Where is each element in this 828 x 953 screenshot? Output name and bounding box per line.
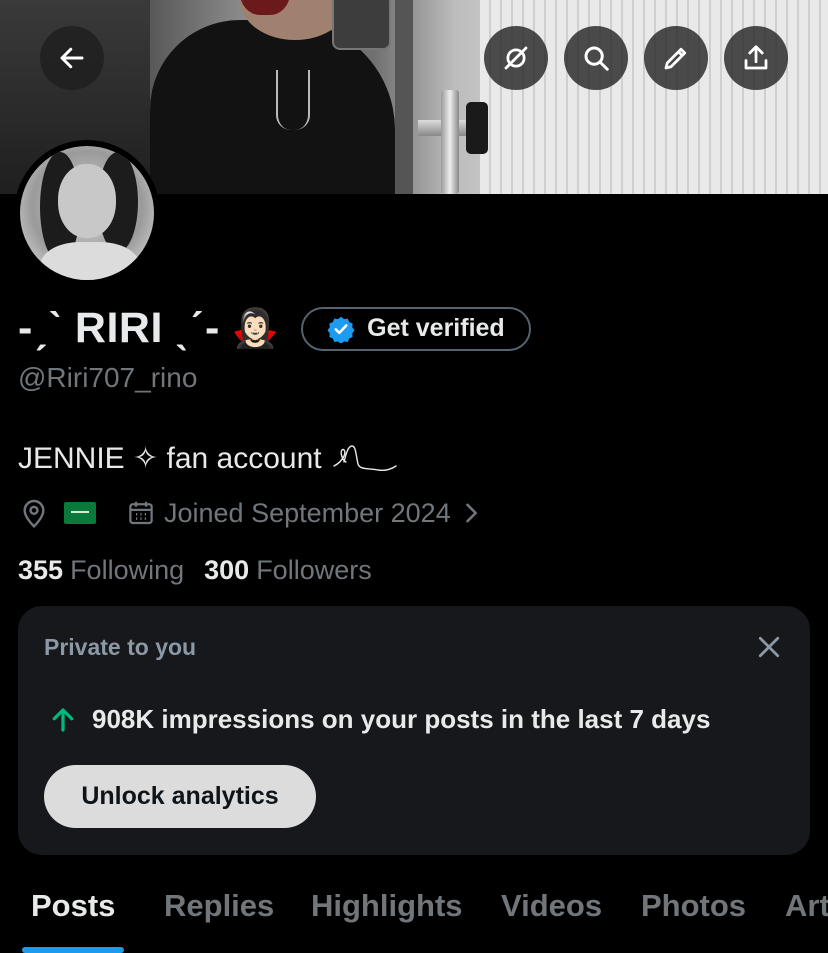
followers-label: Followers (256, 555, 372, 585)
get-verified-button[interactable]: Get verified (301, 306, 531, 351)
search-button[interactable] (564, 26, 628, 90)
banner-knob (466, 102, 488, 154)
following-link[interactable]: 355 Following (18, 555, 184, 586)
tab-highlights[interactable]: Highlights (311, 888, 463, 924)
bio: JENNIE ✧ fan account (18, 440, 400, 476)
grok-icon (504, 46, 528, 70)
search-icon (584, 46, 609, 71)
tab-photos[interactable]: Photos (641, 888, 746, 924)
calendar-icon (129, 501, 153, 525)
bio-text: JENNIE ✧ fan account (18, 441, 322, 475)
tab-replies[interactable]: Replies (164, 888, 274, 924)
banner-pole (441, 90, 459, 194)
tab-videos[interactable]: Videos (501, 888, 602, 924)
followers-count: 300 (204, 555, 250, 585)
impressions-row: 908K impressions on your posts in the la… (48, 704, 710, 735)
follow-stats: 355 Following 300 Followers (18, 555, 392, 586)
chevron-right-icon[interactable] (457, 499, 485, 527)
analytics-card: Private to you 908K impressions on your … (18, 606, 810, 855)
back-button[interactable] (40, 26, 104, 90)
edit-button[interactable] (644, 26, 708, 90)
share-icon (744, 45, 768, 70)
banner-curtain (480, 0, 828, 194)
name-row: -ˏˋ RIRI ˎˊ- 🧛🏻‍♀️ Get verified (18, 304, 531, 353)
arrow-left-icon (60, 47, 84, 69)
verified-badge-icon (327, 316, 355, 343)
profile-meta: Joined September 2024 (18, 497, 485, 529)
unlock-analytics-button[interactable]: Unlock analytics (44, 765, 316, 828)
close-icon[interactable] (754, 632, 784, 662)
card-title: Private to you (44, 634, 197, 660)
banner-mirror-frame (395, 0, 413, 194)
followers-link[interactable]: 300 Followers (204, 555, 372, 586)
banner-necklace (276, 70, 310, 130)
handle: @Riri707_rino (18, 362, 198, 393)
name-emoji: 🧛🏻‍♀️ (231, 307, 280, 350)
get-verified-label: Get verified (367, 314, 505, 342)
display-name: -ˏˋ RIRI ˎˊ- (18, 304, 220, 352)
grok-button[interactable] (484, 26, 548, 90)
tab-posts[interactable]: Posts (31, 888, 115, 924)
location-pin-icon (23, 499, 45, 528)
avatar-image (20, 146, 154, 280)
active-tab-indicator (22, 947, 124, 953)
avatar[interactable] (14, 140, 160, 286)
impressions-text: 908K impressions on your posts in the la… (92, 704, 711, 734)
following-count: 355 (18, 555, 64, 585)
arrow-up-icon (52, 707, 74, 732)
saudi-flag-icon (64, 502, 96, 524)
following-label: Following (70, 555, 185, 585)
profile-tabs: Posts Replies Highlights Videos Photos A… (0, 870, 828, 953)
pencil-icon (664, 47, 687, 70)
ribbon-doodle-icon (332, 445, 397, 472)
banner-phone (332, 0, 391, 50)
tab-articles[interactable]: Articles (785, 888, 828, 924)
joined-date: Joined September 2024 (164, 497, 451, 528)
share-button[interactable] (724, 26, 788, 90)
